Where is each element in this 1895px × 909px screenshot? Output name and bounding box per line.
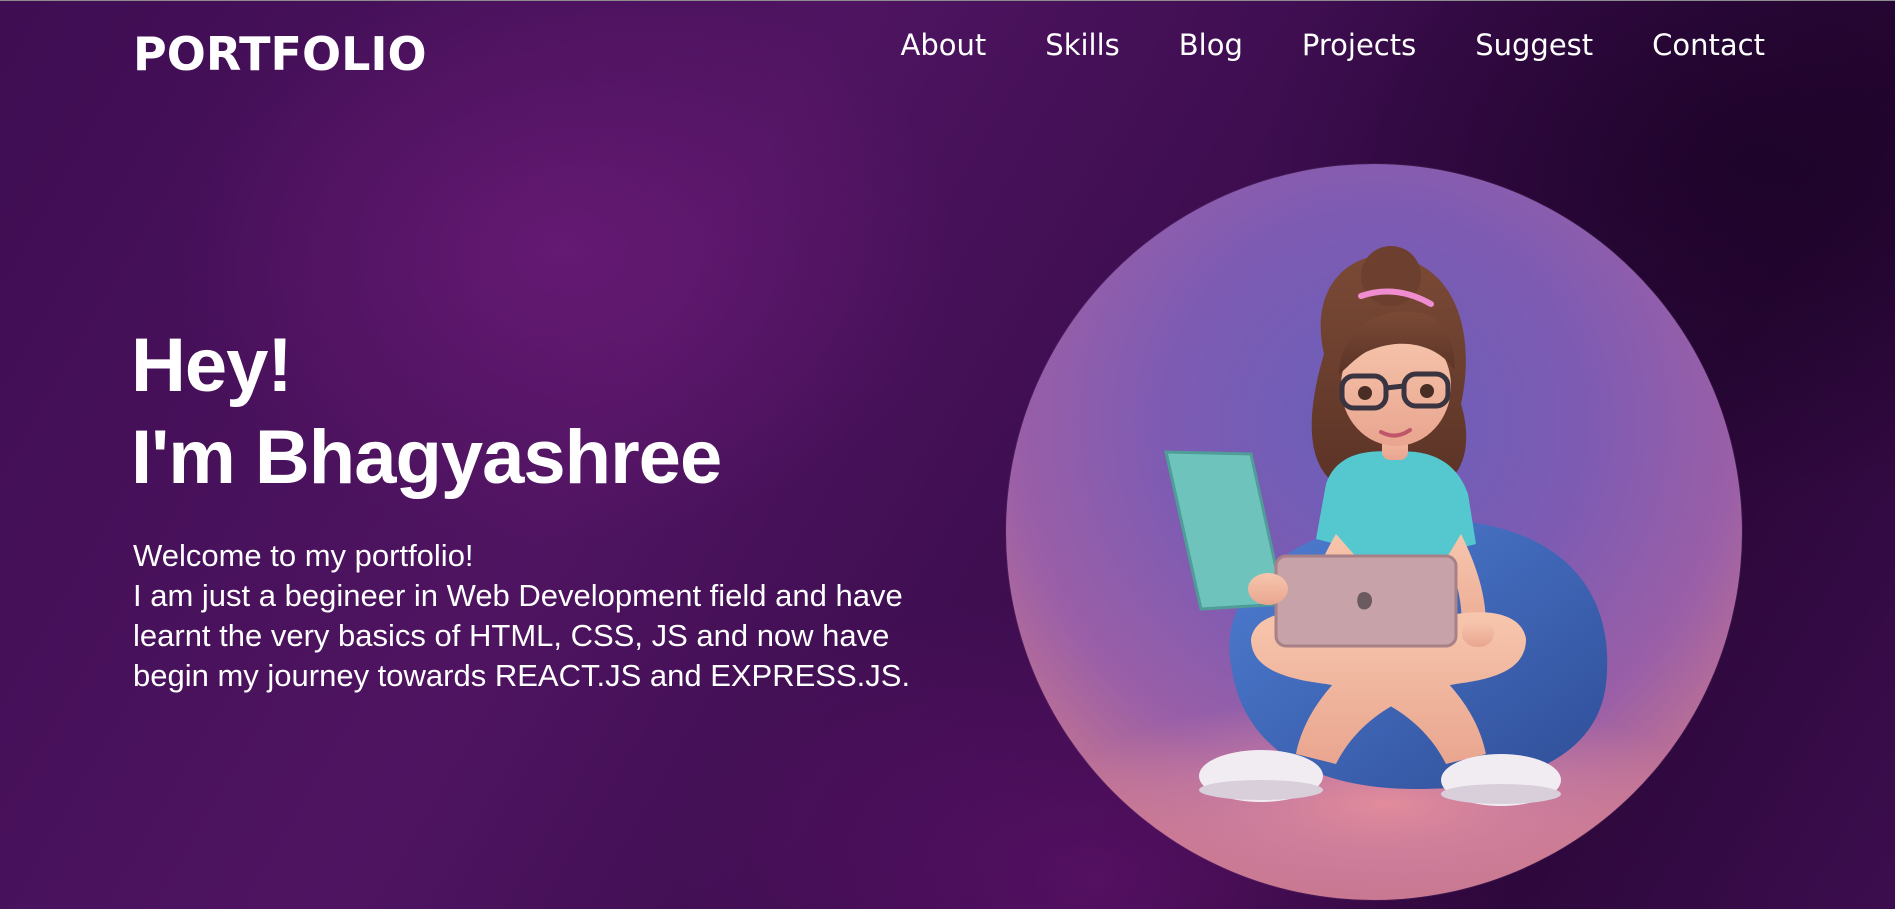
hero-name: I'm Bhagyashree [131, 415, 722, 500]
profile-illustration [1006, 164, 1742, 900]
window-top-border [0, 0, 1895, 1]
girl-with-laptop-illustration [1056, 246, 1716, 900]
hero-intro: Welcome to my portfolio! I am just a beg… [133, 536, 993, 696]
site-logo[interactable]: PORTFOLIO [133, 26, 427, 82]
intro-line-1: Welcome to my portfolio! [133, 538, 474, 573]
nav-suggest[interactable]: Suggest [1475, 26, 1593, 64]
hand-left [1248, 573, 1288, 605]
hero-heading: Hey! I'm Bhagyashree [131, 320, 722, 504]
intro-line-3: learnt the very basics of HTML, CSS, JS … [133, 618, 890, 653]
shoe-left [1199, 750, 1323, 802]
nav-about[interactable]: About [901, 26, 987, 64]
nav-contact[interactable]: Contact [1652, 26, 1765, 64]
intro-line-2: I am just a begineer in Web Development … [133, 578, 903, 613]
nav-blog[interactable]: Blog [1179, 26, 1243, 64]
eye-right [1420, 384, 1434, 398]
eye-left [1358, 386, 1372, 400]
nav-skills[interactable]: Skills [1045, 26, 1119, 64]
hero-greeting: Hey! [131, 323, 293, 408]
hand-right [1462, 621, 1494, 647]
main-nav: About Skills Blog Projects Suggest Conta… [842, 26, 1765, 64]
shoe-right [1441, 754, 1561, 806]
nav-projects[interactable]: Projects [1302, 26, 1416, 64]
intro-line-4: begin my journey towards REACT.JS and EX… [133, 658, 911, 693]
